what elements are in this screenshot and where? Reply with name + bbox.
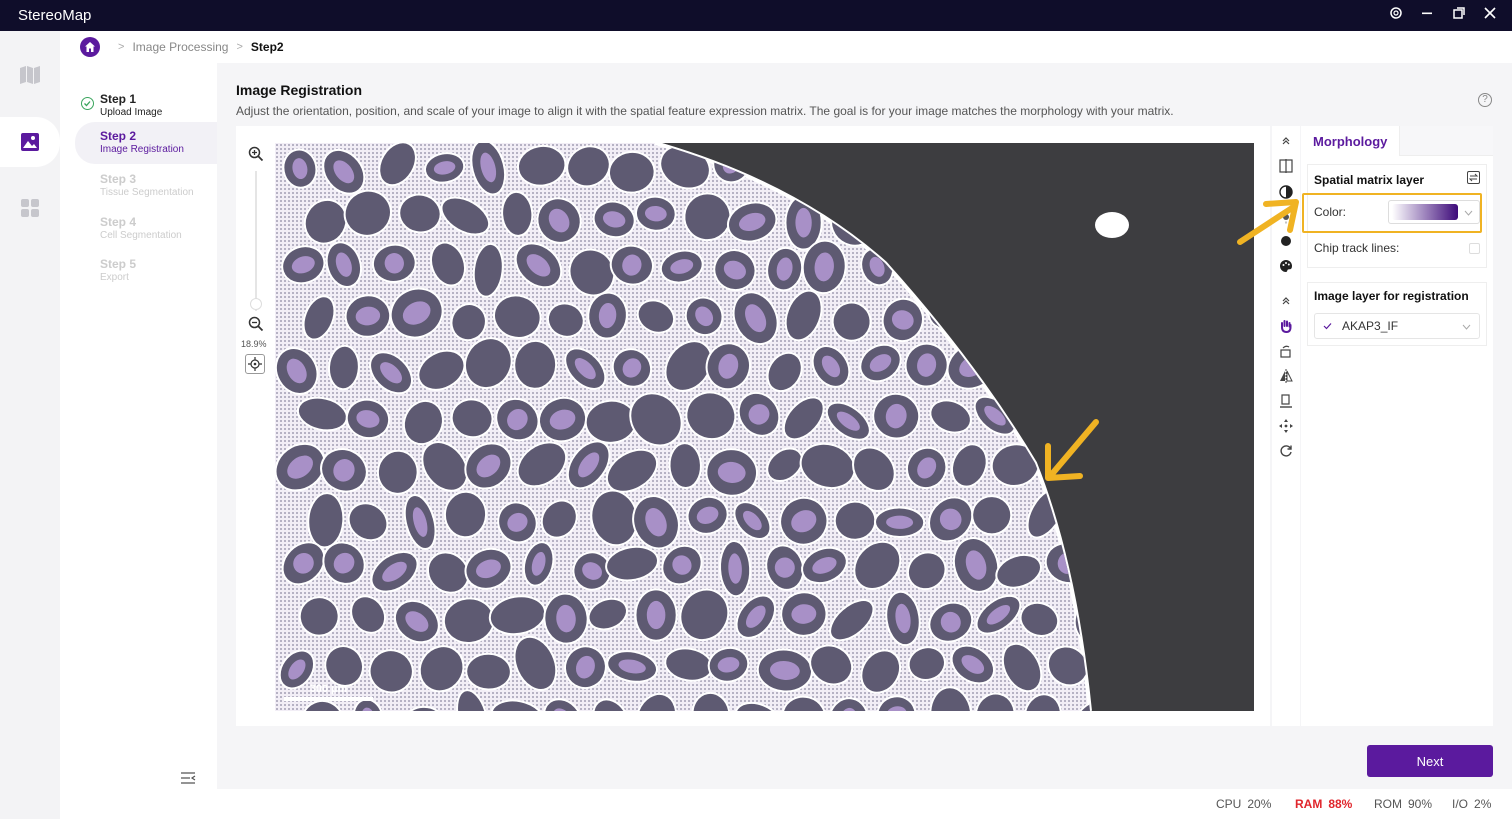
minimize-icon[interactable]: [1418, 6, 1436, 24]
home-icon[interactable]: [80, 37, 100, 57]
breadcrumb-image-processing[interactable]: Image Processing: [132, 40, 228, 54]
reset-icon[interactable]: [1277, 442, 1295, 460]
section-title: Spatial matrix layer: [1314, 173, 1425, 187]
step-subtitle: Image Registration: [100, 144, 184, 155]
scale-bar-label: 300 µm: [309, 683, 348, 695]
step-subtitle: Cell Segmentation: [100, 230, 182, 241]
hand-pan-icon[interactable]: [1277, 317, 1295, 335]
cpu-usage: CPU 20%: [1216, 797, 1272, 811]
zoom-out-icon[interactable]: [248, 316, 264, 337]
help-icon[interactable]: ?: [1478, 93, 1492, 107]
chevron-right-icon: >: [236, 41, 243, 53]
page-description: Adjust the orientation, position, and sc…: [236, 104, 1174, 118]
step-1[interactable]: Step 1 Upload Image: [75, 85, 217, 127]
step-5: Step 5 Export: [75, 250, 217, 292]
flip-icon[interactable]: [1277, 367, 1295, 385]
image-layer-section: Image layer for registration AKAP3_IF: [1307, 282, 1487, 346]
apps-grid-icon[interactable]: [0, 183, 60, 233]
restore-icon[interactable]: [1450, 6, 1468, 24]
image-processing-icon[interactable]: [0, 117, 60, 167]
steps-panel: Step 1 Upload Image Step 2 Image Registr…: [60, 63, 217, 789]
collapse-up-icon[interactable]: [1277, 292, 1295, 310]
check-circle-icon: [81, 97, 94, 110]
step-subtitle: Export: [100, 272, 129, 283]
swap-icon[interactable]: [1467, 171, 1480, 189]
nav-rail: [0, 31, 60, 819]
step-2[interactable]: Step 2 Image Registration: [75, 122, 217, 164]
image-canvas-card: 18.9% 300 µm: [236, 126, 1270, 726]
palette-icon[interactable]: [1277, 257, 1295, 275]
scale-icon[interactable]: [1277, 392, 1295, 410]
image-layer-select[interactable]: AKAP3_IF: [1314, 313, 1480, 339]
compare-icon[interactable]: [1277, 157, 1295, 175]
check-icon: [1323, 319, 1332, 333]
map-icon[interactable]: [0, 50, 60, 100]
page-title: Image Registration: [236, 82, 363, 98]
chevron-down-icon: [1462, 319, 1471, 333]
collapse-panel-icon[interactable]: [180, 771, 196, 785]
rotate-icon[interactable]: [1277, 342, 1295, 360]
zoom-in-icon[interactable]: [248, 146, 264, 167]
breadcrumb: > Image Processing > Step2: [60, 31, 1512, 63]
chip-track-row: Chip track lines:: [1314, 235, 1480, 261]
rom-usage: ROM 90%: [1374, 797, 1433, 811]
selected-layer: AKAP3_IF: [1342, 319, 1399, 333]
section-title: Image layer for registration: [1314, 289, 1469, 303]
title-bar: StereoMap: [0, 0, 1512, 31]
zoom-level: 18.9%: [241, 339, 267, 349]
step-title: Step 1: [100, 92, 137, 106]
chevron-right-icon: >: [118, 41, 125, 53]
app-title: StereoMap: [18, 7, 92, 24]
close-icon[interactable]: [1481, 6, 1499, 24]
io-usage: I/O 2%: [1452, 797, 1492, 811]
tab-morphology[interactable]: Morphology: [1301, 126, 1401, 156]
breadcrumb-step2: Step2: [250, 40, 284, 54]
step-3: Step 3 Tissue Segmentation: [75, 165, 217, 207]
settings-icon[interactable]: [1387, 6, 1405, 24]
next-button[interactable]: Next: [1367, 745, 1493, 777]
step-title: Step 2: [100, 129, 137, 143]
status-bar: CPU 20% RAM 88% ROM 90% I/O 2%: [60, 789, 1512, 819]
annotation-arrow-color: [1237, 199, 1299, 245]
zoom-slider-track[interactable]: [255, 171, 257, 311]
step-title: Step 4: [100, 215, 137, 229]
annotation-arrow-tissue: [1045, 419, 1099, 481]
chip-track-checkbox[interactable]: [1469, 242, 1480, 254]
main-content: Image Registration Adjust the orientatio…: [217, 63, 1512, 789]
properties-panel: Morphology Spatial matrix layer Color: C…: [1301, 126, 1493, 726]
collapse-up-icon[interactable]: [1277, 132, 1295, 150]
scale-bar: 300 µm: [284, 683, 373, 701]
color-highlight-box: [1302, 193, 1482, 233]
spatial-matrix-section: Spatial matrix layer Color: Chip track l…: [1302, 164, 1487, 268]
step-subtitle: Upload Image: [100, 107, 163, 118]
step-title: Step 5: [100, 257, 137, 271]
chip-track-label: Chip track lines:: [1314, 241, 1400, 255]
fit-center-icon[interactable]: [245, 354, 265, 374]
step-subtitle: Tissue Segmentation: [100, 187, 194, 198]
move-icon[interactable]: [1277, 417, 1295, 435]
step-title: Step 3: [100, 172, 137, 186]
panel-tabs: Morphology: [1301, 126, 1493, 156]
tissue-image-graphic: [275, 143, 1254, 711]
tissue-image[interactable]: 300 µm: [275, 143, 1254, 711]
zoom-slider-handle[interactable]: [250, 298, 262, 310]
ram-usage: RAM 88%: [1295, 797, 1353, 811]
step-4: Step 4 Cell Segmentation: [75, 208, 217, 250]
